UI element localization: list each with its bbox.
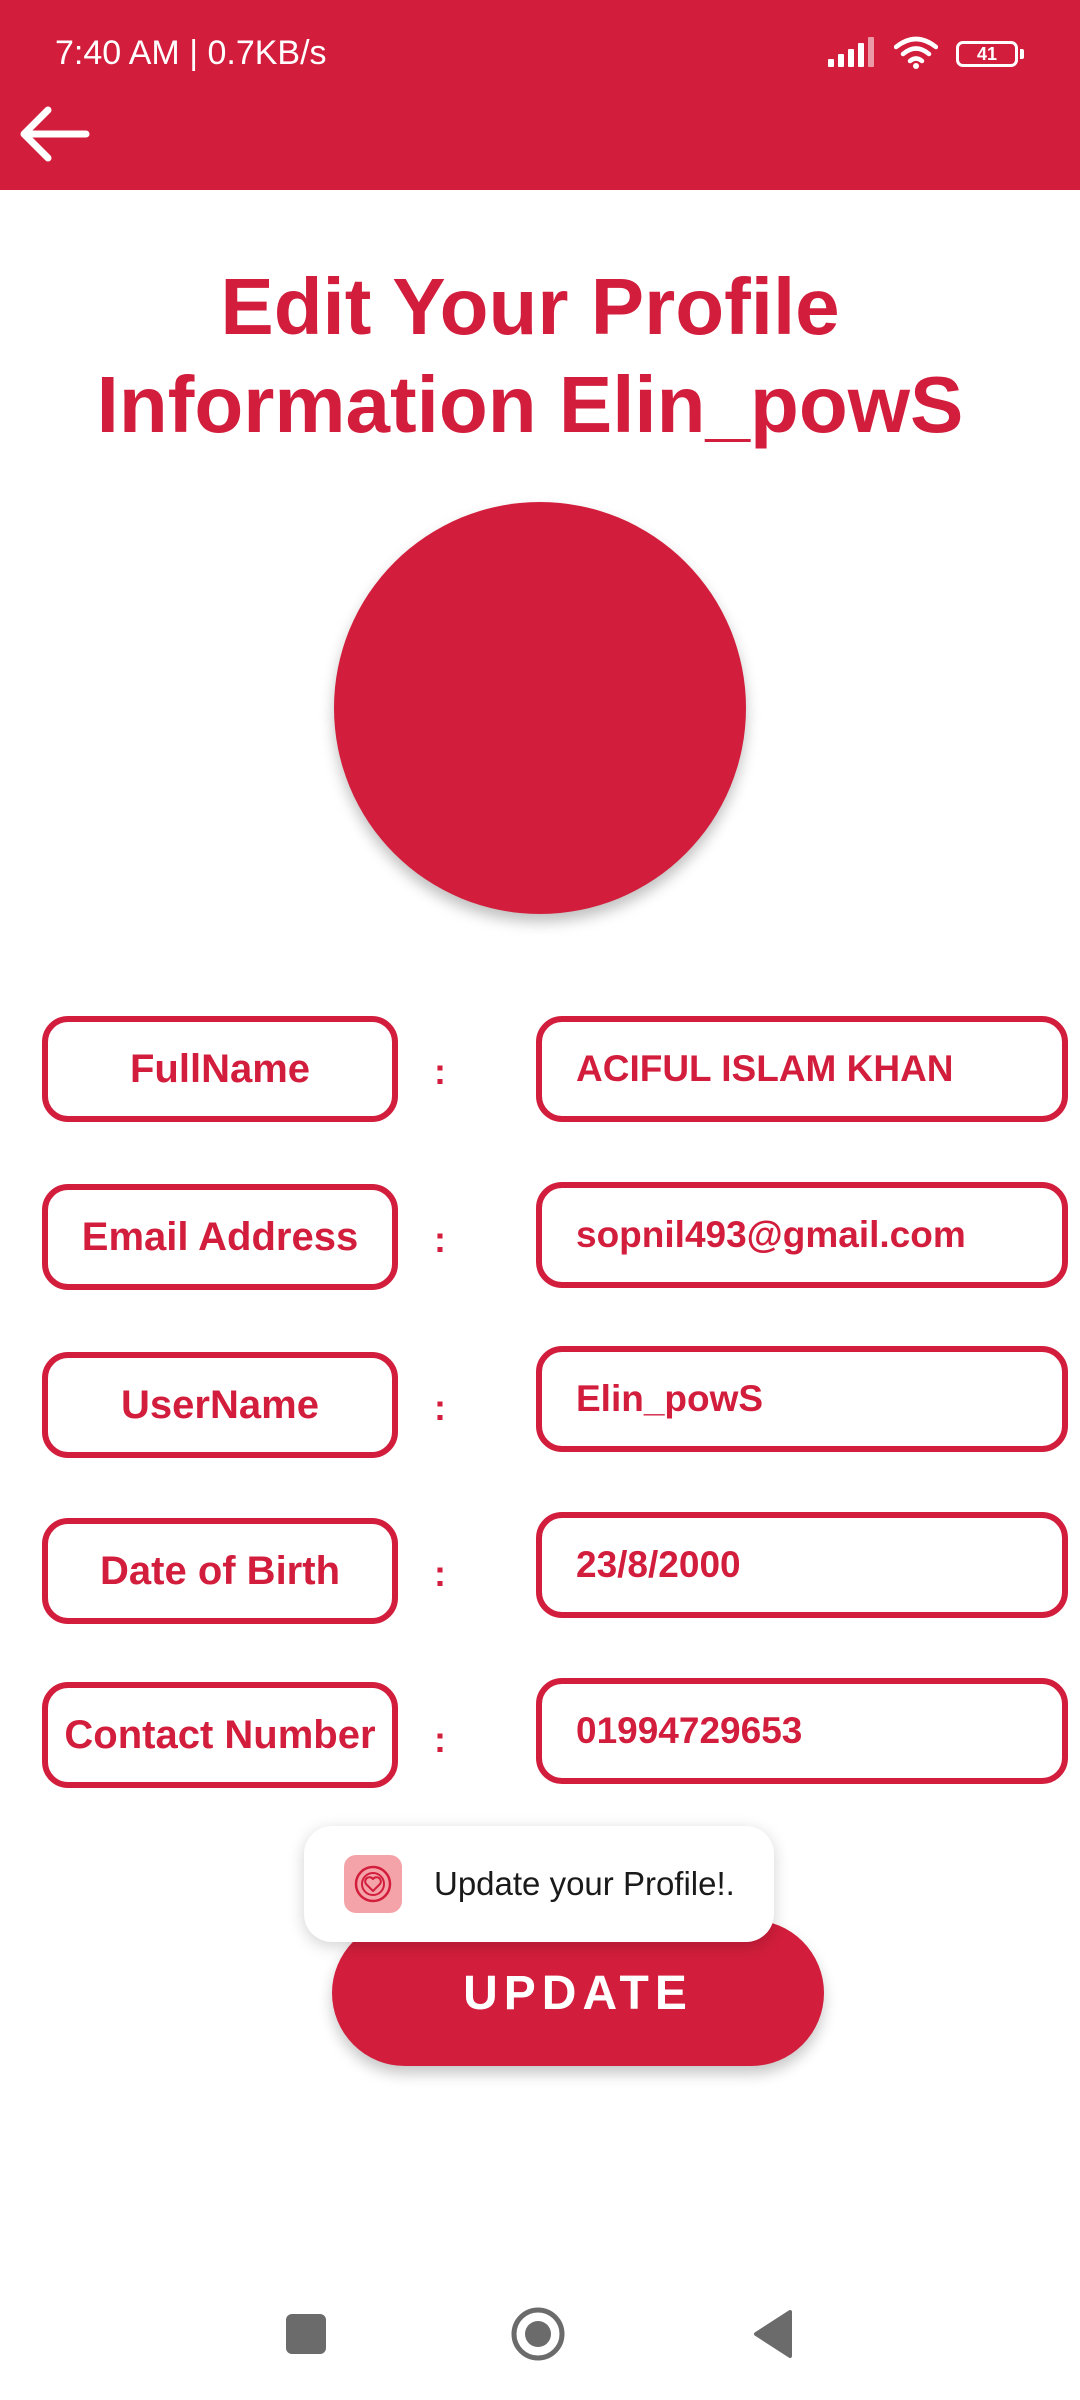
toast: Update your Profile!. bbox=[304, 1826, 774, 1942]
recents-button[interactable] bbox=[286, 2314, 326, 2354]
username-label: UserName bbox=[42, 1352, 398, 1458]
contact-label: Contact Number bbox=[42, 1682, 398, 1788]
separator-colon: : bbox=[434, 1219, 446, 1260]
separator-colon: : bbox=[434, 1553, 446, 1594]
separator-colon: : bbox=[434, 1719, 446, 1760]
profile-avatar[interactable] bbox=[334, 502, 746, 914]
triangle-back-icon bbox=[750, 2310, 794, 2364]
wifi-icon bbox=[893, 35, 939, 74]
separator-colon: : bbox=[434, 1387, 446, 1428]
nav-back-button[interactable] bbox=[750, 2308, 794, 2360]
fullname-input[interactable] bbox=[536, 1016, 1068, 1122]
app-bar: 7:40 AM | 0.7KB/s 41 bbox=[0, 0, 1080, 190]
circle-icon bbox=[510, 2307, 566, 2366]
dob-label: Date of Birth bbox=[42, 1518, 398, 1624]
username-input[interactable] bbox=[536, 1346, 1068, 1452]
fullname-label: FullName bbox=[42, 1016, 398, 1122]
toast-message: Update your Profile!. bbox=[434, 1865, 735, 1902]
page-title: Edit Your Profile Information Elin_powS bbox=[96, 262, 964, 449]
heart-app-icon bbox=[344, 1855, 402, 1913]
email-label: Email Address bbox=[42, 1184, 398, 1290]
status-time: 7:40 AM | 0.7KB/s bbox=[55, 34, 327, 72]
email-input[interactable] bbox=[536, 1182, 1068, 1288]
dob-input[interactable] bbox=[536, 1512, 1068, 1618]
contact-input[interactable] bbox=[536, 1678, 1068, 1784]
battery-icon: 41 bbox=[956, 41, 1024, 67]
signal-icon bbox=[828, 36, 876, 72]
status-icons: 41 bbox=[828, 34, 1024, 74]
separator-colon: : bbox=[434, 1051, 446, 1092]
arrow-left-icon bbox=[14, 94, 94, 179]
back-button[interactable] bbox=[14, 96, 94, 176]
home-button[interactable] bbox=[510, 2306, 566, 2362]
